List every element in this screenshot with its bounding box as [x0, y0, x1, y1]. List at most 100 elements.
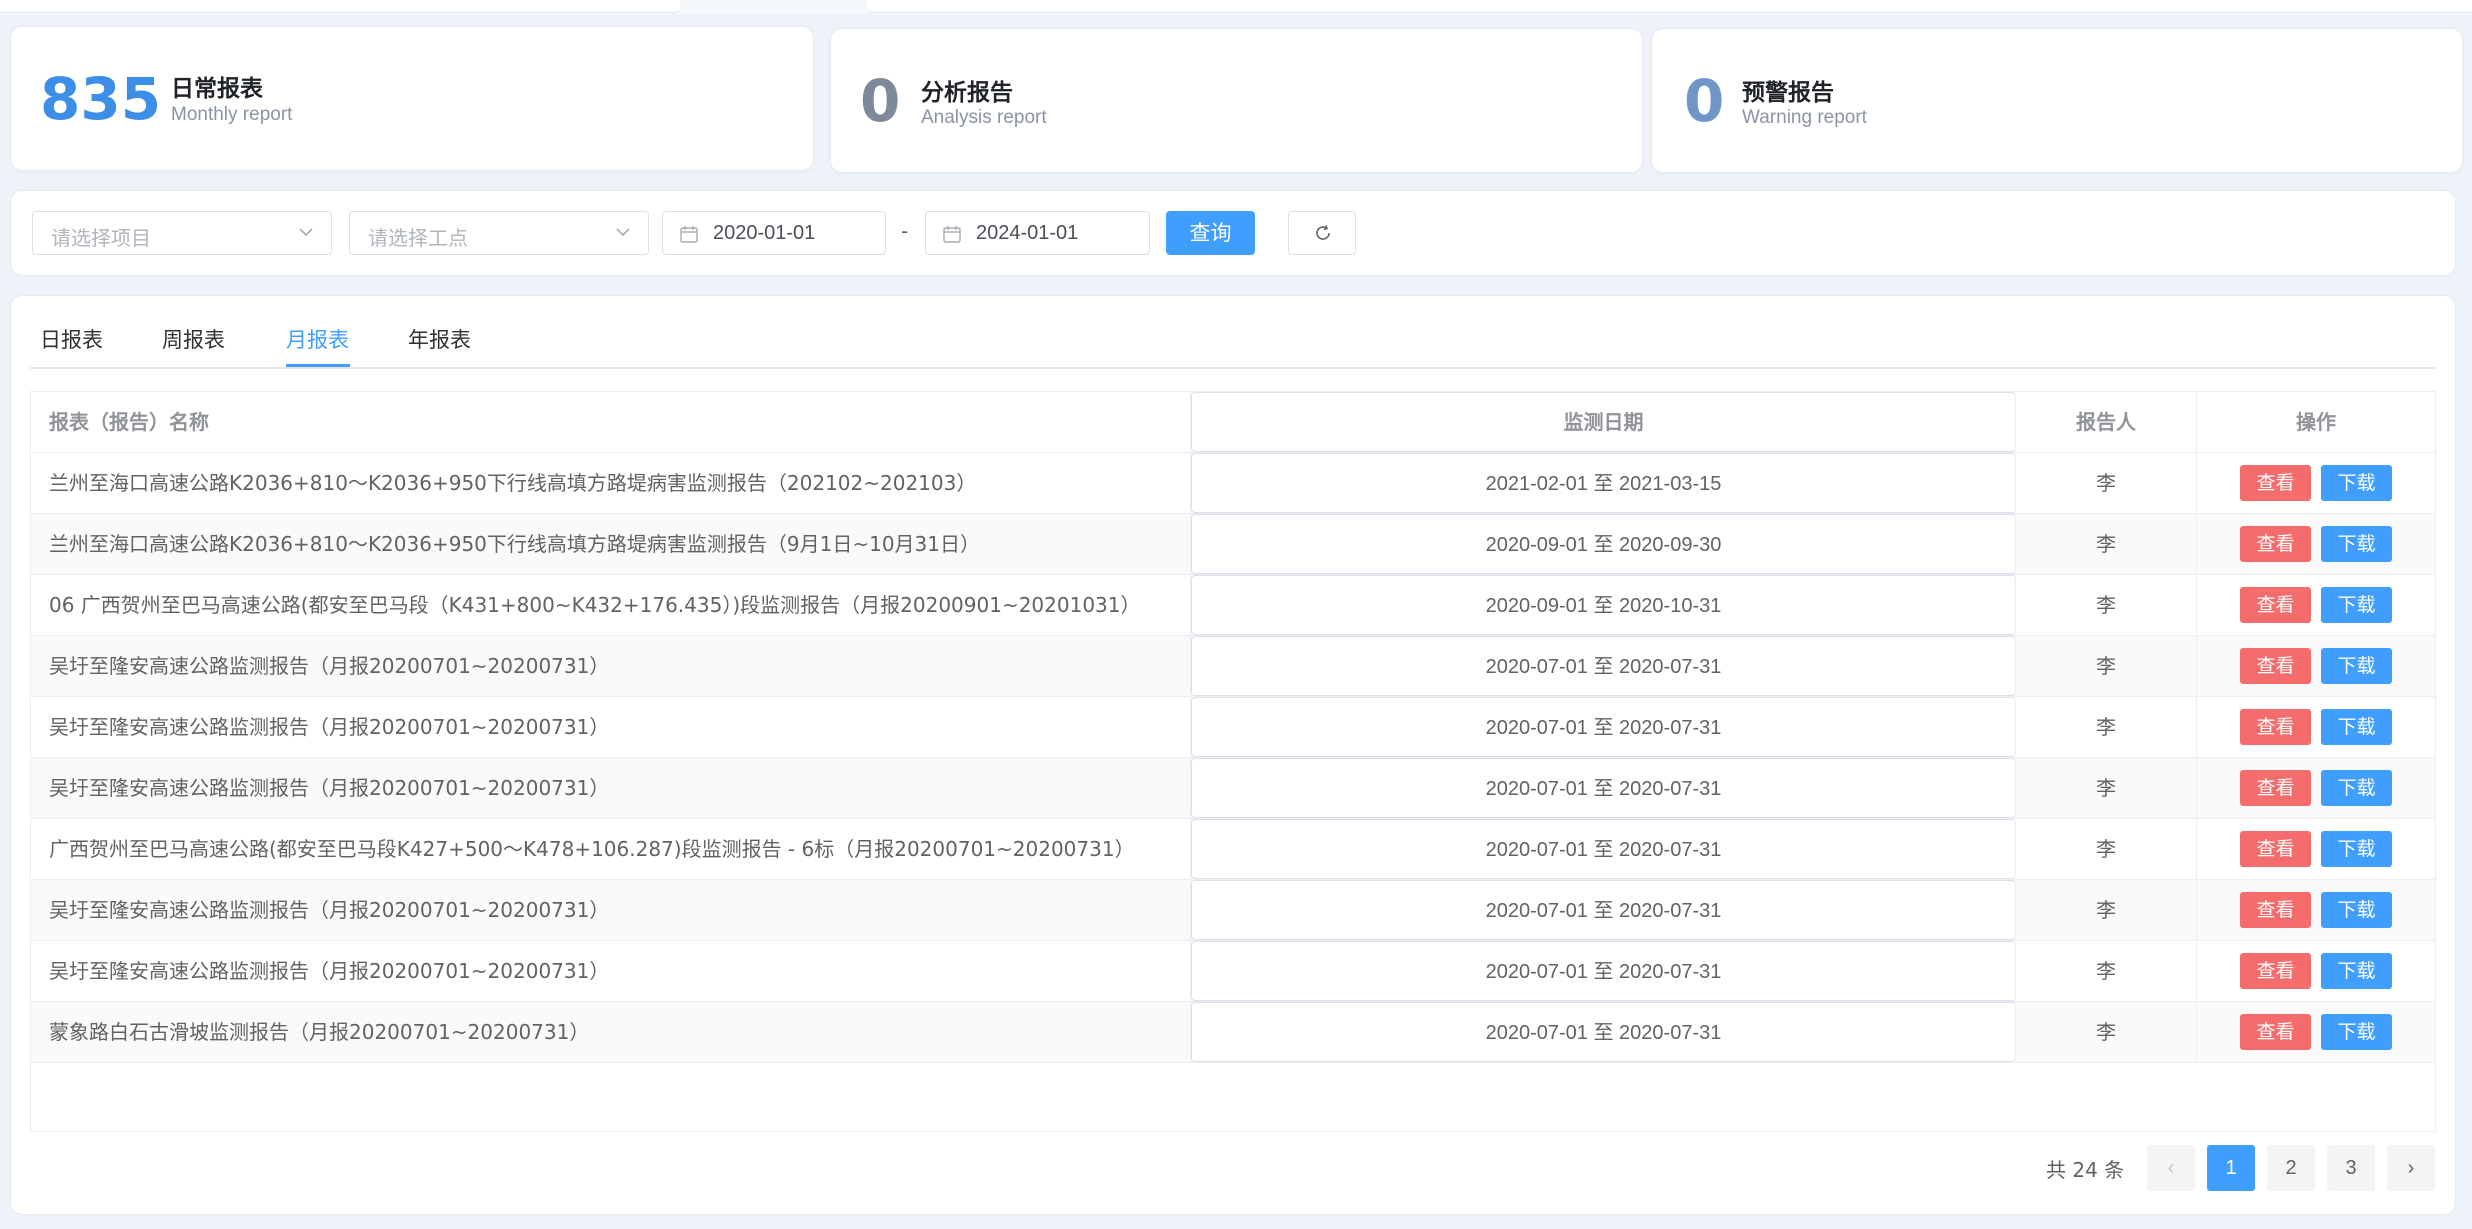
report-date: 2020-09-01 至 2020-09-30	[1191, 514, 2016, 574]
refresh-icon	[1316, 225, 1330, 240]
stat-card-warning[interactable]: 0 预警报告 Warning report	[1651, 28, 2463, 173]
download-button[interactable]: 下载	[2321, 648, 2392, 684]
download-button[interactable]: 下载	[2321, 892, 2392, 928]
tab-daily[interactable]: 日报表	[40, 324, 103, 354]
end-date-input[interactable]: 2024-01-01	[925, 211, 1150, 255]
report-actions: 查看 下载	[2197, 697, 2435, 757]
report-date: 2020-07-01 至 2020-07-31	[1191, 697, 2016, 757]
refresh-button[interactable]	[1288, 211, 1356, 255]
page-1-button[interactable]: 1	[2207, 1145, 2255, 1191]
report-table: 报表（报告）名称 监测日期 报告人 操作 兰州至海口高速公路K2036+810～…	[30, 391, 2436, 1132]
table-row: 蒙象路白石古滑坡监测报告（月报20200701~20200731） 2020-07…	[31, 1002, 2435, 1063]
start-date-value: 2020-01-01	[713, 222, 816, 244]
report-reporter: 李	[2016, 453, 2197, 513]
download-button[interactable]: 下载	[2321, 587, 2392, 623]
report-date: 2020-07-01 至 2020-07-31	[1191, 880, 2016, 940]
stat-card-daily[interactable]: 835 日常报表 Monthly report	[10, 26, 814, 171]
view-button[interactable]: 查看	[2240, 953, 2311, 989]
download-button[interactable]: 下载	[2321, 953, 2392, 989]
site-select-placeholder: 请选择工点	[368, 226, 468, 250]
report-actions: 查看 下载	[2197, 941, 2435, 1001]
stat-value-analysis: 0	[860, 67, 901, 135]
project-select[interactable]: 请选择项目	[32, 211, 332, 255]
table-row: 广西贺州至巴马高速公路(都安至巴马段K427+500～K478+106.287)…	[31, 819, 2435, 880]
site-select[interactable]: 请选择工点	[349, 211, 649, 255]
view-button[interactable]: 查看	[2240, 526, 2311, 562]
view-button[interactable]: 查看	[2240, 587, 2311, 623]
report-date: 2020-07-01 至 2020-07-31	[1191, 1002, 2016, 1062]
stat-value-warning: 0	[1684, 67, 1725, 135]
end-date-value: 2024-01-01	[976, 222, 1079, 244]
view-button[interactable]: 查看	[2240, 1014, 2311, 1050]
calendar-icon	[943, 226, 961, 243]
report-actions: 查看 下载	[2197, 575, 2435, 635]
report-name: 吴圩至隆安高速公路监测报告（月报20200701~20200731）	[31, 758, 1191, 818]
table-header: 报表（报告）名称 监测日期 报告人 操作	[31, 392, 2435, 453]
report-reporter: 李	[2016, 758, 2197, 818]
next-page-button[interactable]: ›	[2387, 1145, 2435, 1191]
report-actions: 查看 下载	[2197, 758, 2435, 818]
report-reporter: 李	[2016, 575, 2197, 635]
stat-title-analysis: 分析报告	[921, 80, 1013, 106]
table-row: 吴圩至隆安高速公路监测报告（月报20200701~20200731） 2020-0…	[31, 636, 2435, 697]
report-reporter: 李	[2016, 880, 2197, 940]
stat-subtitle-daily: Monthly report	[171, 104, 293, 125]
table-row: 吴圩至隆安高速公路监测报告（月报20200701~20200731） 2020-0…	[31, 697, 2435, 758]
page-2-button[interactable]: 2	[2267, 1145, 2315, 1191]
top-strip	[0, 0, 2472, 14]
page-3-button[interactable]: 3	[2327, 1145, 2375, 1191]
tab-yearly[interactable]: 年报表	[408, 324, 471, 354]
download-button[interactable]: 下载	[2321, 526, 2392, 562]
stat-subtitle-warning: Warning report	[1742, 107, 1867, 128]
report-actions: 查看 下载	[2197, 1002, 2435, 1062]
view-button[interactable]: 查看	[2240, 465, 2311, 501]
stat-title-warning: 预警报告	[1742, 80, 1834, 106]
report-actions: 查看 下载	[2197, 514, 2435, 574]
table-row: 吴圩至隆安高速公路监测报告（月报20200701~20200731） 2020-0…	[31, 880, 2435, 941]
report-actions: 查看 下载	[2197, 880, 2435, 940]
report-actions: 查看 下载	[2197, 636, 2435, 696]
view-button[interactable]: 查看	[2240, 770, 2311, 806]
report-date: 2020-07-01 至 2020-07-31	[1191, 758, 2016, 818]
report-name: 蒙象路白石古滑坡监测报告（月报20200701~20200731）	[31, 1002, 1191, 1062]
chevron-down-icon	[616, 228, 630, 237]
download-button[interactable]: 下载	[2321, 709, 2392, 745]
report-date: 2020-09-01 至 2020-10-31	[1191, 575, 2016, 635]
filter-bar: 请选择项目 请选择工点 2020-01-01 - 2024-01-01 查询	[10, 190, 2456, 276]
report-date: 2020-07-01 至 2020-07-31	[1191, 636, 2016, 696]
query-button[interactable]: 查询	[1166, 211, 1255, 255]
report-date: 2020-07-01 至 2020-07-31	[1191, 941, 2016, 1001]
stat-value-daily: 835	[40, 65, 162, 133]
stat-subtitle-analysis: Analysis report	[921, 107, 1047, 128]
table-row: 吴圩至隆安高速公路监测报告（月报20200701~20200731） 2020-0…	[31, 941, 2435, 1002]
download-button[interactable]: 下载	[2321, 770, 2392, 806]
view-button[interactable]: 查看	[2240, 648, 2311, 684]
date-range-separator: -	[901, 219, 909, 243]
tab-monthly[interactable]: 月报表	[286, 324, 349, 354]
stat-card-analysis[interactable]: 0 分析报告 Analysis report	[830, 28, 1643, 173]
prev-page-button[interactable]: ‹	[2147, 1145, 2195, 1191]
view-button[interactable]: 查看	[2240, 892, 2311, 928]
stats-row: 835 日常报表 Monthly report 0 分析报告 Analysis …	[10, 26, 2463, 173]
start-date-input[interactable]: 2020-01-01	[662, 211, 886, 255]
report-name: 兰州至海口高速公路K2036+810～K2036+950下行线高填方路堤病害监测…	[31, 514, 1191, 574]
calendar-icon	[680, 226, 698, 243]
stat-title-daily: 日常报表	[171, 76, 263, 102]
download-button[interactable]: 下载	[2321, 465, 2392, 501]
view-button[interactable]: 查看	[2240, 831, 2311, 867]
download-button[interactable]: 下载	[2321, 831, 2392, 867]
table-row: 兰州至海口高速公路K2036+810～K2036+950下行线高填方路堤病害监测…	[31, 514, 2435, 575]
view-button[interactable]: 查看	[2240, 709, 2311, 745]
report-reporter: 李	[2016, 697, 2197, 757]
report-actions: 查看 下载	[2197, 819, 2435, 879]
tab-weekly[interactable]: 周报表	[162, 324, 225, 354]
top-strip-left	[0, 0, 680, 13]
report-name: 吴圩至隆安高速公路监测报告（月报20200701~20200731）	[31, 880, 1191, 940]
report-date: 2021-02-01 至 2021-03-15	[1191, 453, 2016, 513]
active-tab-indicator	[286, 364, 350, 367]
table-row: 兰州至海口高速公路K2036+810～K2036+950下行线高填方路堤病害监测…	[31, 453, 2435, 514]
report-reporter: 李	[2016, 636, 2197, 696]
report-name: 兰州至海口高速公路K2036+810～K2036+950下行线高填方路堤病害监测…	[31, 453, 1191, 513]
download-button[interactable]: 下载	[2321, 1014, 2392, 1050]
report-date: 2020-07-01 至 2020-07-31	[1191, 819, 2016, 879]
